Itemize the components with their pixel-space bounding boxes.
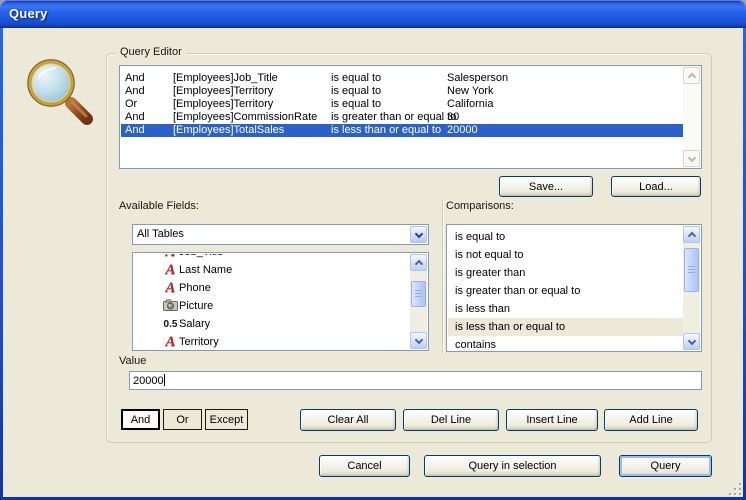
scroll-down-icon [687, 336, 695, 344]
resize-grip[interactable] [727, 481, 741, 495]
picture-field-icon [162, 299, 179, 314]
scroll-down-icon [414, 335, 422, 343]
alpha-field-icon [162, 280, 179, 297]
load-button[interactable]: Load... [611, 176, 701, 197]
field-item[interactable]: Salary [134, 315, 410, 333]
comparison-item[interactable]: is greater than or equal to [448, 282, 683, 300]
or-button[interactable]: Or [163, 409, 202, 430]
number-field-icon [162, 318, 179, 330]
magnifier-icon [23, 55, 97, 131]
table-selector-combobox[interactable]: All Tables [132, 224, 429, 245]
query-in-selection-button[interactable]: Query in selection [424, 455, 601, 477]
comparisons-label: Comparisons: [446, 200, 514, 212]
value-input-text: 20000 [133, 375, 164, 387]
scroll-down-icon [687, 153, 695, 161]
query-editor-group: Query Editor And [Employees]Job_Title is… [106, 53, 712, 443]
query-condition-row-selected[interactable]: And [Employees]TotalSales is less than o… [121, 124, 683, 137]
field-item[interactable]: Job_Title [134, 254, 410, 261]
text-caret [164, 374, 165, 386]
clear-all-button[interactable]: Clear All [300, 409, 396, 431]
scroll-down-button[interactable] [683, 333, 700, 350]
fields-list-scrollbar[interactable] [410, 254, 427, 349]
field-rows: Job_Title Last Name Phone [134, 254, 410, 349]
alpha-field-icon [162, 262, 179, 279]
comparison-item[interactable]: is greater than [448, 264, 683, 282]
combobox-dropdown-button[interactable] [410, 226, 427, 243]
comparison-item[interactable]: contains [448, 336, 683, 350]
field-item[interactable]: Picture [134, 297, 410, 315]
column-divider [442, 200, 444, 354]
table-selector-value: All Tables [137, 228, 184, 240]
query-dialog: Query [0, 0, 746, 500]
scroll-up-button[interactable] [410, 254, 427, 271]
query-condition-row[interactable]: And [Employees]CommissionRate is greater… [121, 111, 683, 124]
alpha-field-icon [162, 254, 179, 261]
window-title: Query [9, 6, 48, 21]
insert-line-button[interactable]: Insert Line [506, 409, 598, 431]
scrollbar-thumb[interactable] [411, 281, 426, 307]
query-conditions-list[interactable]: And [Employees]Job_Title is equal to Sal… [119, 65, 702, 169]
query-condition-row[interactable]: And [Employees]Territory is equal to New… [121, 85, 683, 98]
alpha-field-icon [162, 334, 179, 350]
chevron-down-icon [414, 229, 422, 237]
add-line-button[interactable]: Add Line [604, 409, 698, 431]
value-label: Value [119, 355, 146, 367]
cancel-button[interactable]: Cancel [319, 455, 410, 477]
query-condition-row[interactable]: And [Employees]Job_Title is equal to Sal… [121, 72, 683, 85]
field-item[interactable]: Last Name [134, 261, 410, 279]
and-button[interactable]: And [121, 409, 160, 430]
scroll-up-button[interactable] [683, 67, 700, 84]
titlebar[interactable]: Query [0, 0, 746, 28]
available-fields-list[interactable]: Job_Title Last Name Phone [132, 252, 429, 351]
comparisons-list[interactable]: is equal to is not equal to is greater t… [446, 224, 702, 352]
save-button[interactable]: Save... [499, 176, 593, 197]
comparison-rows: is equal to is not equal to is greater t… [448, 226, 683, 350]
comparison-item-selected[interactable]: is less than or equal to [448, 318, 683, 336]
del-line-button[interactable]: Del Line [403, 409, 499, 431]
scroll-up-button[interactable] [683, 226, 700, 243]
group-title: Query Editor [116, 46, 186, 58]
except-button[interactable]: Except [205, 409, 248, 430]
query-button[interactable]: Query [619, 455, 712, 477]
scroll-down-button[interactable] [683, 150, 700, 167]
field-item[interactable]: Territory [134, 333, 410, 349]
query-list-scrollbar[interactable] [683, 67, 700, 167]
field-item[interactable]: Phone [134, 279, 410, 297]
scroll-up-icon [687, 231, 695, 239]
scroll-up-icon [414, 259, 422, 267]
comparison-item[interactable]: is not equal to [448, 246, 683, 264]
query-conditions-rows: And [Employees]Job_Title is equal to Sal… [121, 67, 683, 167]
value-input[interactable]: 20000 [129, 371, 702, 390]
scrollbar-thumb[interactable] [684, 248, 699, 292]
scroll-down-button[interactable] [410, 332, 427, 349]
query-condition-row[interactable]: Or [Employees]Territory is equal to Cali… [121, 98, 683, 111]
dialog-body: Query Editor And [Employees]Job_Title is… [3, 28, 743, 497]
comparison-item[interactable]: is equal to [448, 228, 683, 246]
comparisons-scrollbar[interactable] [683, 226, 700, 350]
comparison-item[interactable]: is less than [448, 300, 683, 318]
scroll-up-icon [687, 72, 695, 80]
available-fields-label: Available Fields: [119, 200, 199, 212]
